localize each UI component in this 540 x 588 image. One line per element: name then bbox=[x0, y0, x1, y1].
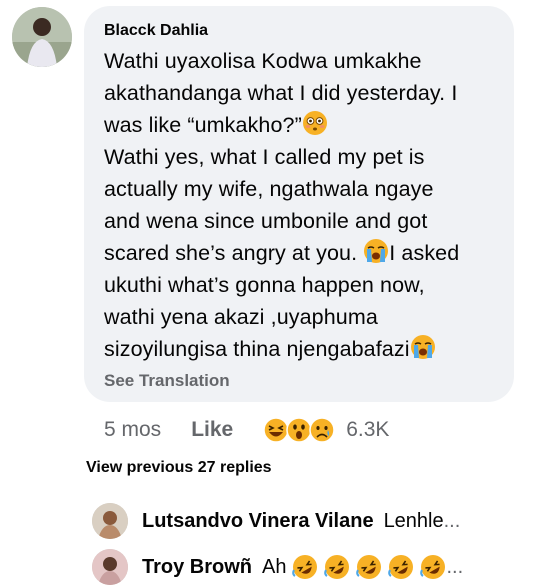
reply-ellipsis: ... bbox=[443, 509, 461, 532]
reply-avatar[interactable] bbox=[92, 549, 128, 585]
view-previous-replies-link[interactable]: View previous 27 replies bbox=[86, 459, 272, 477]
comment-line: Wathi yes, what I called my pet is bbox=[104, 145, 425, 169]
reaction-count[interactable]: 6.3K bbox=[346, 418, 389, 442]
comment-line: actually my wife, ngathwala ngaye bbox=[104, 177, 434, 201]
comment-line: wathi yena akazi ,uyaphuma bbox=[104, 305, 378, 329]
comment-line: Wathi uyaxolisa Kodwa umkakhe bbox=[104, 49, 422, 73]
reply-ellipsis: ... bbox=[446, 555, 464, 578]
loudly-crying-emoji-icon bbox=[363, 238, 389, 264]
rolling-laughing-emoji-icon bbox=[292, 554, 318, 580]
like-button[interactable]: Like bbox=[191, 418, 233, 442]
rolling-laughing-emoji-icon bbox=[388, 554, 414, 580]
comment-line: and wena since umbonile and got bbox=[104, 209, 428, 233]
reply-author[interactable]: Troy Browñ bbox=[142, 556, 252, 579]
rolling-laughing-emoji-icon bbox=[420, 554, 446, 580]
reaction-summary[interactable] bbox=[263, 417, 335, 443]
reply-snippet: Lenhle bbox=[383, 509, 444, 532]
reply-item: Troy Browñ Ah ... bbox=[92, 549, 532, 585]
loudly-crying-emoji-icon bbox=[410, 334, 436, 360]
flushed-emoji-icon bbox=[302, 110, 328, 136]
comment-line: was like “umkakho?” bbox=[104, 113, 302, 137]
comment-actions: 5 mos Like 6.3K bbox=[104, 412, 389, 448]
reply-snippet: Ah bbox=[262, 555, 287, 578]
reply-author[interactable]: Lutsandvo Vinera Vilane bbox=[142, 510, 374, 533]
comment-author[interactable]: Blacck Dahlia bbox=[104, 21, 496, 41]
reply-text: Ah ... bbox=[262, 554, 463, 580]
comment-timestamp[interactable]: 5 mos bbox=[104, 418, 161, 442]
comment-line: scared she’s angry at you. bbox=[104, 241, 364, 265]
comment-bubble: Blacck Dahlia Wathi uyaxolisa Kodwa umka… bbox=[84, 6, 514, 402]
see-translation-link[interactable]: See Translation bbox=[104, 371, 230, 391]
sad-emoji-icon bbox=[309, 417, 335, 443]
rolling-laughing-emoji-icon bbox=[324, 554, 350, 580]
commenter-avatar[interactable] bbox=[12, 7, 72, 67]
comment-line: akathandanga what I did yesterday. I bbox=[104, 81, 458, 105]
comment-line: ukuthi what’s gonna happen now, bbox=[104, 273, 425, 297]
comment-line: I asked bbox=[389, 241, 460, 265]
reply-avatar[interactable] bbox=[92, 503, 128, 539]
reply-item: Lutsandvo Vinera Vilane Lenhle... bbox=[92, 503, 532, 539]
comment-body: Wathi uyaxolisa Kodwa umkakhe akathandan… bbox=[104, 45, 496, 365]
comment-line: sizoyilungisa thina njengabafazi bbox=[104, 337, 410, 361]
reply-text: Lenhle... bbox=[384, 510, 461, 533]
rolling-laughing-emoji-icon bbox=[356, 554, 382, 580]
